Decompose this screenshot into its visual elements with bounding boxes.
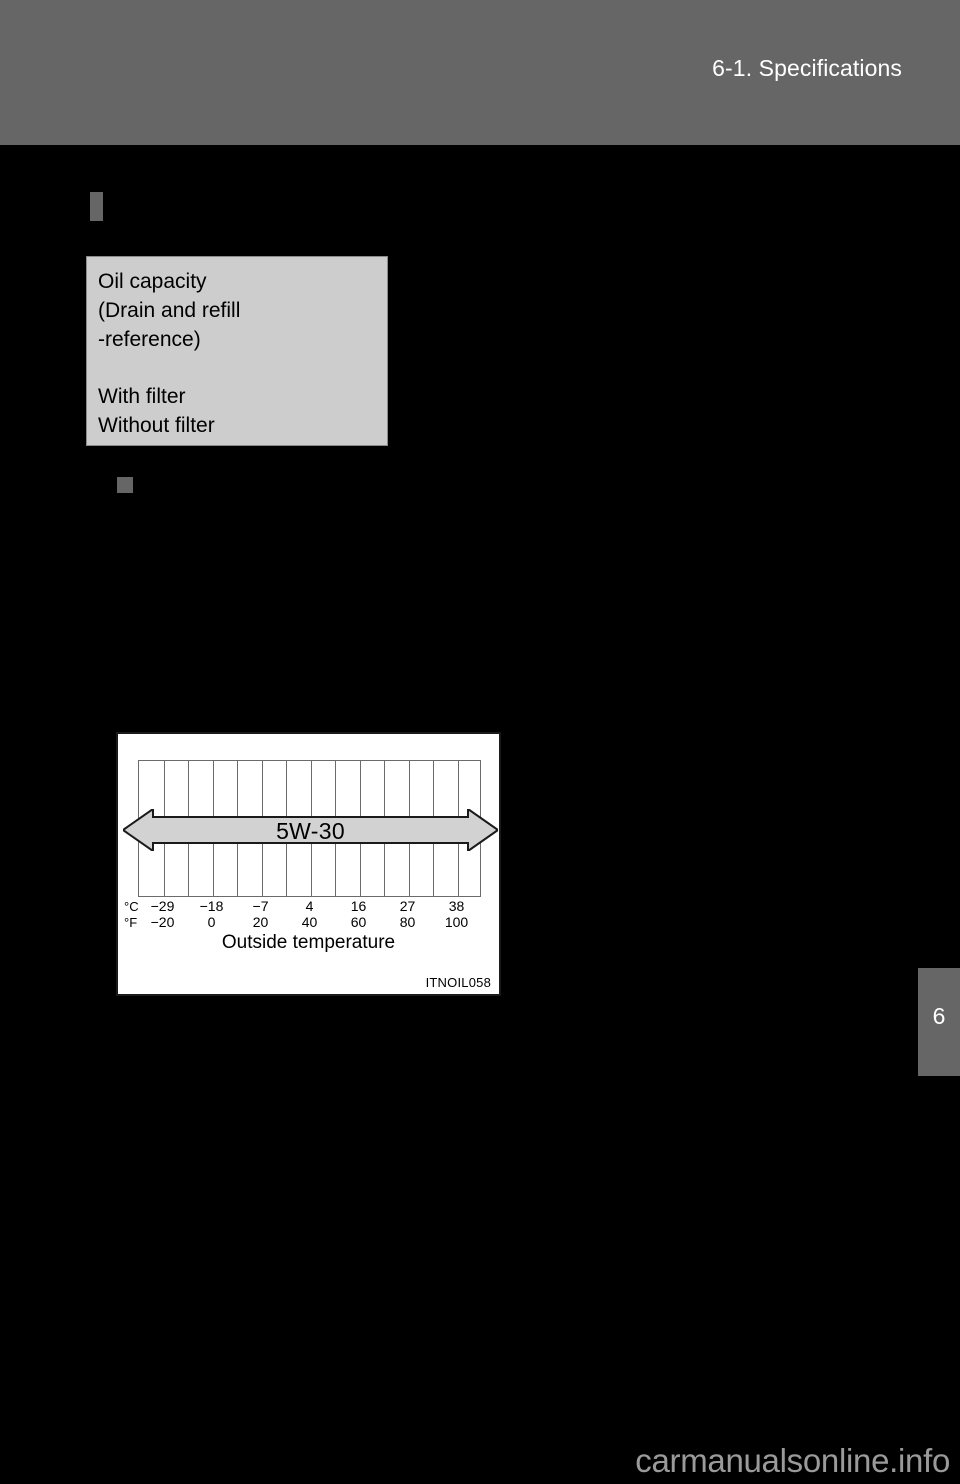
fahrenheit-tick-label: 40 [301,914,318,930]
square-bullet-icon [117,477,133,493]
celsius-tick-label: 16 [350,898,367,914]
celsius-tick-label: 27 [399,898,416,914]
viscosity-range-arrow: 5W-30 [123,809,498,851]
oil-capacity-line-2: (Drain and refill [98,299,241,322]
site-watermark: carmanualsonline.info [635,1442,950,1479]
page-header-bar: 6-1. Specifications [0,0,960,145]
celsius-unit-label: °C [124,899,139,914]
oil-capacity-line-1: Oil capacity [98,270,207,293]
celsius-tick-label: 38 [448,898,465,914]
celsius-tick-label: −7 [252,898,269,914]
oil-capacity-spec-box: Oil capacity (Drain and refill -referenc… [86,256,388,446]
oil-viscosity-chart-figure: 5W-30 °C °F −29 −20 −18 0 −7 20 4 40 16 60 27 80 38 1… [116,732,501,996]
oil-capacity-without-filter-label: Without filter [98,414,215,437]
celsius-tick-label: −18 [199,898,224,914]
fahrenheit-tick-label: 20 [252,914,269,930]
page-title: 6-1. Specifications [712,55,902,81]
oil-capacity-with-filter-label: With filter [98,385,186,408]
celsius-tick-label: −29 [150,898,175,914]
figure-caption: Outside temperature [221,932,396,953]
fahrenheit-tick-label: 0 [207,914,216,930]
fahrenheit-tick-label: −20 [150,914,175,930]
temperature-axis-labels: °C °F −29 −20 −18 0 −7 20 4 40 16 60 27 80 38 100 [118,898,503,932]
square-bullet-icon [90,192,103,221]
fahrenheit-unit-label: °F [124,915,138,930]
celsius-tick-label: 4 [305,898,314,914]
oil-capacity-line-3: -reference) [98,328,201,351]
fahrenheit-tick-label: 80 [399,914,416,930]
chapter-tab: 6 [918,968,960,1076]
figure-id-label: ITNOIL058 [425,975,491,990]
fahrenheit-tick-label: 60 [350,914,367,930]
fahrenheit-tick-label: 100 [444,914,469,930]
viscosity-grade-label: 5W-30 [276,818,345,844]
chapter-tab-number: 6 [932,1003,946,1029]
